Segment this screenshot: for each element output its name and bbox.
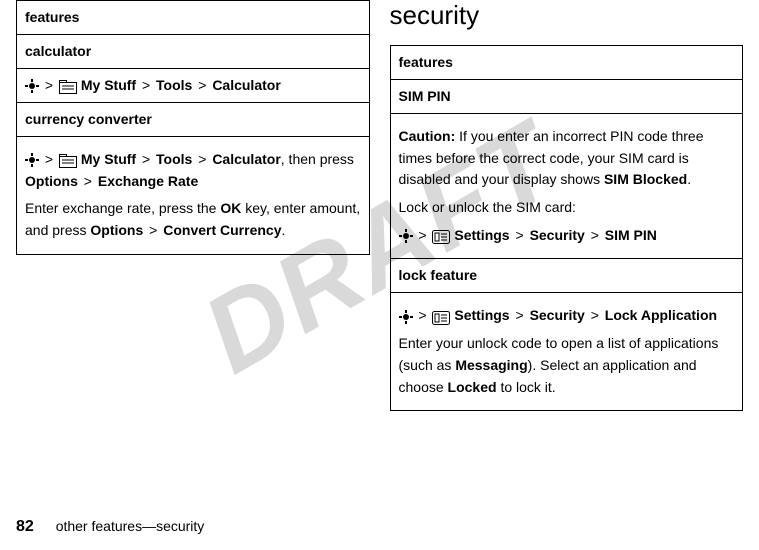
right-column: security features SIM PIN Caution: If yo…: [390, 0, 744, 411]
path-convert-currency: Convert Currency: [163, 222, 281, 238]
left-column: features calculator > My Stuff > Tools >…: [16, 0, 370, 411]
sim-path-line: > Settings > Security > SIM PIN: [399, 225, 735, 247]
ok-key: OK: [220, 200, 241, 216]
separator: >: [591, 307, 599, 323]
path-calculator: Calculator: [212, 151, 280, 167]
separator: >: [45, 151, 53, 167]
row-body-sim-pin: Caution: If you enter an incorrect PIN c…: [390, 114, 743, 259]
center-key-icon: [25, 153, 39, 167]
row-title-calculator: calculator: [17, 35, 370, 69]
center-key-icon: [399, 310, 413, 324]
messaging: Messaging: [455, 357, 527, 373]
lock-path-line: > Settings > Security > Lock Application: [399, 305, 735, 327]
path-exchange-rate: Exchange Rate: [98, 173, 198, 189]
separator: >: [45, 77, 53, 93]
path-settings: Settings: [454, 307, 509, 323]
section-title-security: security: [390, 0, 744, 31]
path-tools: Tools: [156, 151, 192, 167]
center-key-icon: [399, 229, 413, 243]
path-settings: Settings: [454, 227, 509, 243]
path-sim-pin: SIM PIN: [605, 227, 657, 243]
row-title-lock-feature: lock feature: [390, 259, 743, 293]
separator: >: [142, 77, 150, 93]
separator: >: [198, 151, 206, 167]
settings-icon: [432, 229, 450, 243]
path-tools: Tools: [156, 77, 192, 93]
text: Enter exchange rate, press the: [25, 200, 220, 216]
path-calculator: Calculator: [212, 77, 280, 93]
path-options: Options: [25, 173, 78, 189]
footer-text: other features—security: [56, 518, 205, 534]
path-security: Security: [530, 307, 585, 323]
page-columns: features calculator > My Stuff > Tools >…: [0, 0, 759, 411]
folder-icon: [59, 153, 77, 167]
path-options: Options: [90, 222, 143, 238]
row-body-calculator: > My Stuff > Tools > Calculator: [17, 69, 370, 103]
separator: >: [198, 77, 206, 93]
separator: >: [418, 307, 426, 323]
currency-tail: , then press: [281, 151, 354, 167]
separator: >: [418, 227, 426, 243]
separator: >: [149, 222, 157, 238]
left-table-header: features: [17, 1, 370, 35]
page-footer: 82 other features—security: [16, 518, 204, 536]
text: to lock it.: [497, 379, 556, 395]
page-number: 82: [16, 518, 34, 535]
row-body-lock-feature: > Settings > Security > Lock Application…: [390, 293, 743, 411]
folder-icon: [59, 79, 77, 93]
currency-path-line: > My Stuff > Tools > Calculator, then pr…: [25, 149, 361, 192]
separator: >: [142, 151, 150, 167]
sim-lock-line: Lock or unlock the SIM card:: [399, 197, 735, 219]
separator: >: [591, 227, 599, 243]
path-my-stuff: My Stuff: [81, 77, 136, 93]
settings-icon: [432, 310, 450, 324]
row-body-currency: > My Stuff > Tools > Calculator, then pr…: [17, 137, 370, 255]
separator: >: [84, 173, 92, 189]
separator: >: [515, 307, 523, 323]
separator: >: [515, 227, 523, 243]
path-lock-application: Lock Application: [605, 307, 717, 323]
row-title-sim-pin: SIM PIN: [390, 80, 743, 114]
sim-blocked: SIM Blocked: [604, 171, 687, 187]
path-security: Security: [530, 227, 585, 243]
text: .: [282, 222, 286, 238]
caution-text-end: .: [687, 171, 691, 187]
lock-instructions: Enter your unlock code to open a list of…: [399, 333, 735, 398]
right-features-table: features SIM PIN Caution: If you enter a…: [390, 45, 744, 411]
right-table-header: features: [390, 46, 743, 80]
row-title-currency: currency converter: [17, 103, 370, 137]
currency-instructions: Enter exchange rate, press the OK key, e…: [25, 198, 361, 241]
locked: Locked: [448, 379, 497, 395]
sim-caution: Caution: If you enter an incorrect PIN c…: [399, 126, 735, 191]
caution-label: Caution:: [399, 128, 456, 144]
center-key-icon: [25, 79, 39, 93]
left-features-table: features calculator > My Stuff > Tools >…: [16, 0, 370, 255]
path-my-stuff: My Stuff: [81, 151, 136, 167]
